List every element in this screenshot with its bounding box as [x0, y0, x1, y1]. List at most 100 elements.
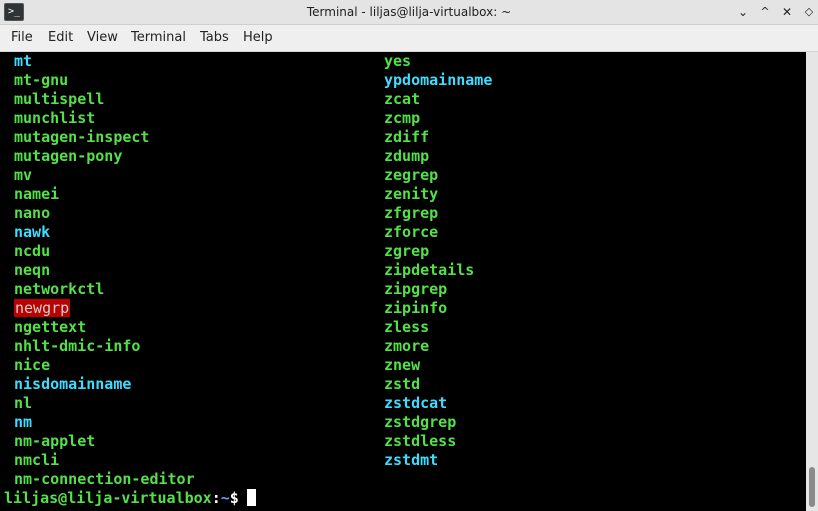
listing-entry: zdiff	[384, 128, 429, 147]
entry-text: zenity	[384, 185, 439, 203]
entry-text: nm-connection-editor	[14, 470, 195, 488]
entry-text: zstdless	[384, 432, 457, 450]
listing-entry: networkctl	[14, 280, 104, 299]
menu-file[interactable]: File	[11, 25, 33, 51]
terminal-window: >_ Terminal - liljas@lilja-virtualbox: ~…	[0, 0, 818, 511]
prompt-user-host: liljas@lilja-virtualbox	[4, 489, 212, 507]
entry-text: zipgrep	[384, 280, 448, 298]
listing-entry: nl	[14, 394, 32, 413]
entry-text: mv	[14, 166, 33, 184]
title-bar[interactable]: >_ Terminal - liljas@lilja-virtualbox: ~…	[0, 0, 818, 25]
entry-text: nawk	[14, 223, 51, 241]
entry-text: nisdomainname	[14, 375, 132, 393]
menu-bar: File Edit View Terminal Tabs Help	[0, 25, 818, 52]
listing-entry: znew	[384, 356, 420, 375]
listing-entry: zstdless	[384, 432, 456, 451]
entry-text: nice	[14, 356, 51, 374]
listing-entry: mt-gnu	[14, 71, 68, 90]
listing-entry: yes	[384, 52, 411, 71]
entry-text: zstdcat	[384, 394, 448, 412]
listing-entry: nisdomainname	[14, 375, 131, 394]
entry-text: nl	[14, 394, 33, 412]
entry-text: zmore	[384, 337, 430, 355]
entry-text: zipinfo	[384, 299, 448, 317]
text-cursor	[246, 489, 256, 506]
listing-entry: namei	[14, 185, 59, 204]
entry-text: mt-gnu	[14, 71, 69, 89]
entry-text: zstdmt	[384, 451, 439, 469]
entry-text: zcmp	[384, 109, 421, 127]
listing-entry: munchlist	[14, 109, 95, 128]
entry-text: neqn	[14, 261, 51, 279]
entry-text: zless	[384, 318, 430, 336]
prompt-symbol: $	[229, 489, 239, 507]
entry-text: multispell	[14, 90, 105, 108]
window-menu-icon[interactable]: ◇	[800, 3, 818, 21]
listing-entry: zstdgrep	[384, 413, 456, 432]
entry-text: nmcli	[14, 451, 60, 469]
listing-entry: mutagen-pony	[14, 147, 122, 166]
entry-text: mutagen-pony	[14, 147, 123, 165]
listing-entry: zipdetails	[384, 261, 474, 280]
listing-entry: zstd	[384, 375, 420, 394]
menu-edit[interactable]: Edit	[48, 25, 73, 51]
listing-entry: nano	[14, 204, 50, 223]
entry-text: zstd	[384, 375, 421, 393]
menu-tabs[interactable]: Tabs	[200, 25, 229, 51]
listing-entry: nice	[14, 356, 50, 375]
listing-entry: zfgrep	[384, 204, 438, 223]
entry-text: networkctl	[14, 280, 105, 298]
entry-text: nhlt-dmic-info	[14, 337, 141, 355]
listing-entry: neqn	[14, 261, 50, 280]
window-title: Terminal - liljas@lilja-virtualbox: ~	[306, 5, 512, 19]
maximize-icon[interactable]: ^	[756, 3, 774, 21]
listing-entry: multispell	[14, 90, 104, 109]
entry-text: zfgrep	[384, 204, 439, 222]
listing-entry: ncdu	[14, 242, 50, 261]
listing-entry: mv	[14, 166, 32, 185]
entry-text: mutagen-inspect	[14, 128, 150, 146]
listing-entry: mt	[14, 52, 32, 71]
listing-entry: zcmp	[384, 109, 420, 128]
listing-entry: zforce	[384, 223, 438, 242]
entry-text: zgrep	[384, 242, 430, 260]
listing-entry: ypdomainname	[384, 71, 492, 90]
listing-entry: nm-connection-editor	[14, 470, 195, 489]
listing-entry: zcat	[384, 90, 420, 109]
listing-entry: newgrp	[14, 299, 71, 318]
entry-text: yes	[384, 52, 412, 70]
listing-entry: zipgrep	[384, 280, 447, 299]
minimize-icon[interactable]: ⌄	[734, 3, 752, 21]
entry-text: mt	[14, 52, 33, 70]
entry-text: ngettext	[14, 318, 87, 336]
entry-text: zipdetails	[384, 261, 475, 279]
menu-help[interactable]: Help	[243, 25, 273, 51]
entry-text: zdiff	[384, 128, 430, 146]
entry-text: nm-applet	[14, 432, 96, 450]
listing-entry: zenity	[384, 185, 438, 204]
entry-text: zegrep	[384, 166, 439, 184]
listing-entry: nm-applet	[14, 432, 95, 451]
prompt-path: ~	[220, 489, 230, 507]
prompt-colon: :	[211, 489, 221, 507]
scrollbar[interactable]	[806, 52, 818, 511]
listing-entry: zless	[384, 318, 429, 337]
prompt-line[interactable]: liljas@lilja-virtualbox:~$	[4, 489, 256, 508]
entry-text: zforce	[384, 223, 439, 241]
entry-text: zcat	[384, 90, 421, 108]
listing-entry: nawk	[14, 223, 50, 242]
entry-text: namei	[14, 185, 60, 203]
scrollbar-thumb[interactable]	[809, 467, 815, 507]
menu-view[interactable]: View	[87, 25, 118, 51]
close-icon[interactable]: ✕	[778, 3, 796, 21]
listing-entry: zipinfo	[384, 299, 447, 318]
listing-entry: nhlt-dmic-info	[14, 337, 140, 356]
listing-entry: zmore	[384, 337, 429, 356]
entry-text: nm	[14, 413, 33, 431]
listing-entry: mutagen-inspect	[14, 128, 149, 147]
listing-entry: ngettext	[14, 318, 86, 337]
listing-entry: zstdcat	[384, 394, 447, 413]
entry-text: zstdgrep	[384, 413, 457, 431]
menu-terminal[interactable]: Terminal	[131, 25, 186, 51]
terminal-output[interactable]: mt mt-gnu multispell munchlist mutagen-inspe…	[0, 52, 806, 511]
